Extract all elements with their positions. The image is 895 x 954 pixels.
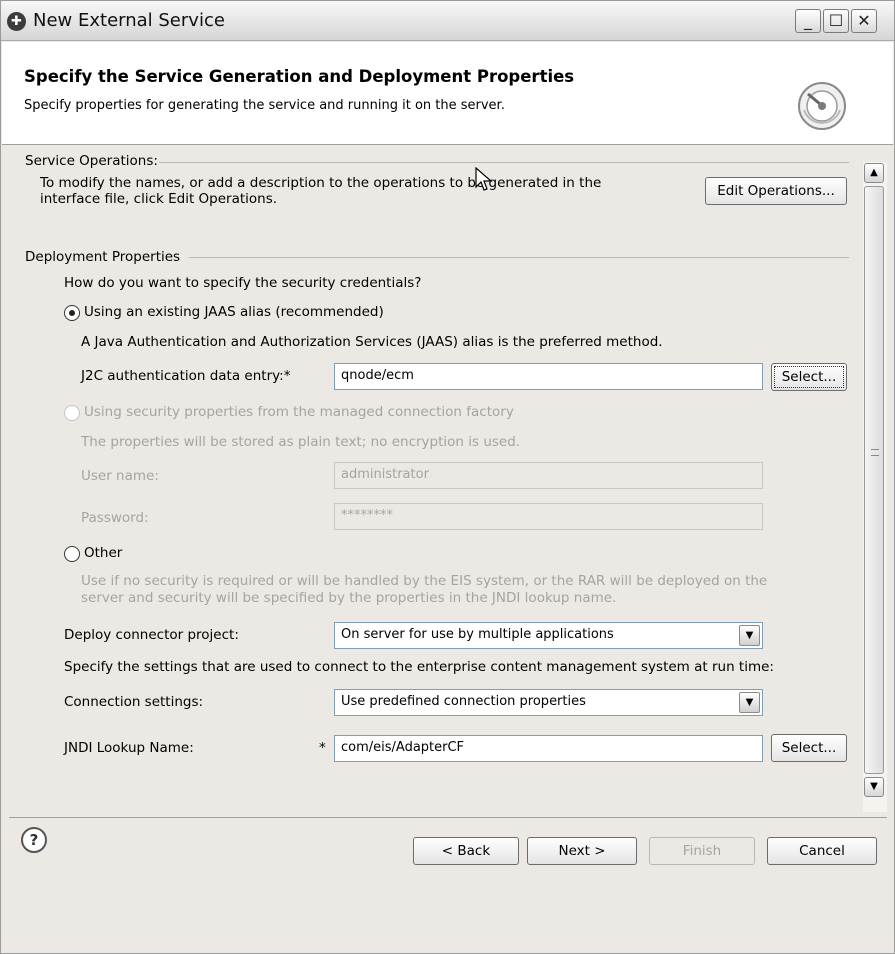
mouse-cursor-icon bbox=[475, 166, 493, 197]
page-title: Specify the Service Generation and Deplo… bbox=[24, 67, 575, 86]
user-name-field[interactable]: administrator bbox=[334, 462, 763, 489]
service-operations-label: Service Operations: bbox=[25, 153, 158, 169]
service-operations-separator bbox=[159, 162, 849, 163]
wizard-banner-icon bbox=[798, 82, 846, 130]
jaas-radio[interactable] bbox=[64, 305, 80, 321]
other-radio[interactable] bbox=[64, 546, 80, 562]
chevron-down-icon[interactable]: ▼ bbox=[739, 625, 760, 646]
vertical-scrollbar[interactable]: ▲ ▼ bbox=[863, 162, 887, 812]
minimize-icon: _ bbox=[804, 11, 812, 30]
help-icon[interactable]: ? bbox=[21, 827, 47, 853]
security-question: How do you want to specify the security … bbox=[64, 275, 422, 291]
dialog-window: ✚ New External Service _ ☐ ✕ Specify the… bbox=[0, 0, 895, 954]
j2c-select-button[interactable]: Select... bbox=[771, 363, 847, 391]
cancel-button[interactable]: Cancel bbox=[767, 837, 877, 865]
connection-settings-dropdown[interactable]: Use predefined connection properties ▼ bbox=[334, 689, 763, 716]
page-description: Specify properties for generating the se… bbox=[24, 98, 505, 113]
jaas-description: A Java Authentication and Authorization … bbox=[81, 334, 663, 350]
managed-connection-radio[interactable] bbox=[64, 405, 80, 421]
connection-settings-label: Connection settings: bbox=[64, 694, 204, 710]
required-marker: * bbox=[283, 368, 291, 384]
deploy-connector-dropdown[interactable]: On server for use by multiple applicatio… bbox=[334, 622, 763, 649]
deployment-properties-label: Deployment Properties bbox=[25, 249, 181, 265]
minimize-button[interactable]: _ bbox=[795, 9, 821, 33]
scrollbar-thumb[interactable] bbox=[864, 186, 884, 774]
next-button[interactable]: Next > bbox=[527, 837, 637, 865]
managed-connection-radio-label[interactable]: Using security properties from the manag… bbox=[84, 404, 514, 420]
settings-note: Specify the settings that are used to co… bbox=[64, 659, 774, 675]
jndi-label: JNDI Lookup Name: bbox=[64, 740, 194, 756]
j2c-auth-label: J2C authentication data entry:* bbox=[81, 368, 291, 384]
jndi-lookup-field[interactable]: com/eis/AdapterCF bbox=[334, 735, 763, 762]
deployment-properties-separator bbox=[189, 257, 849, 258]
user-name-label: User name: bbox=[81, 468, 159, 484]
deploy-connector-label: Deploy connector project: bbox=[64, 627, 239, 643]
required-marker: * bbox=[319, 740, 326, 756]
scroll-up-arrow-icon[interactable]: ▲ bbox=[864, 163, 884, 183]
wizard-content: Service Operations: To modify the names,… bbox=[11, 148, 863, 813]
close-button[interactable]: ✕ bbox=[851, 9, 877, 33]
jaas-radio-label[interactable]: Using an existing JAAS alias (recommende… bbox=[84, 304, 384, 320]
other-description-2: server and security will be specified by… bbox=[81, 590, 617, 606]
jndi-select-button[interactable]: Select... bbox=[771, 734, 847, 762]
scroll-down-arrow-icon[interactable]: ▼ bbox=[864, 777, 884, 797]
service-operations-desc-1: To modify the names, or add a descriptio… bbox=[40, 175, 602, 191]
service-operations-desc-2: interface file, click Edit Operations. bbox=[40, 191, 278, 207]
back-button[interactable]: < Back bbox=[413, 837, 519, 865]
footer-separator bbox=[9, 817, 887, 818]
maximize-icon: ☐ bbox=[828, 11, 844, 30]
other-description-1: Use if no security is required or will b… bbox=[81, 573, 768, 589]
edit-operations-button[interactable]: Edit Operations... bbox=[705, 177, 847, 205]
managed-connection-description: The properties will be stored as plain t… bbox=[81, 434, 521, 450]
other-radio-label[interactable]: Other bbox=[84, 545, 122, 561]
j2c-auth-field[interactable]: qnode/ecm bbox=[334, 363, 763, 390]
maximize-button[interactable]: ☐ bbox=[823, 9, 849, 33]
title-bar[interactable]: ✚ New External Service _ ☐ ✕ bbox=[1, 1, 894, 41]
password-label: Password: bbox=[81, 510, 149, 526]
finish-button[interactable]: Finish bbox=[649, 837, 755, 865]
chevron-down-icon[interactable]: ▼ bbox=[739, 692, 760, 713]
close-icon: ✕ bbox=[857, 11, 871, 30]
grip-icon bbox=[871, 449, 879, 456]
window-title: New External Service bbox=[33, 10, 225, 31]
app-icon: ✚ bbox=[7, 12, 26, 31]
password-field[interactable]: ******** bbox=[334, 503, 763, 530]
radio-selected-dot bbox=[69, 310, 75, 316]
wizard-header: Specify the Service Generation and Deplo… bbox=[2, 42, 893, 145]
